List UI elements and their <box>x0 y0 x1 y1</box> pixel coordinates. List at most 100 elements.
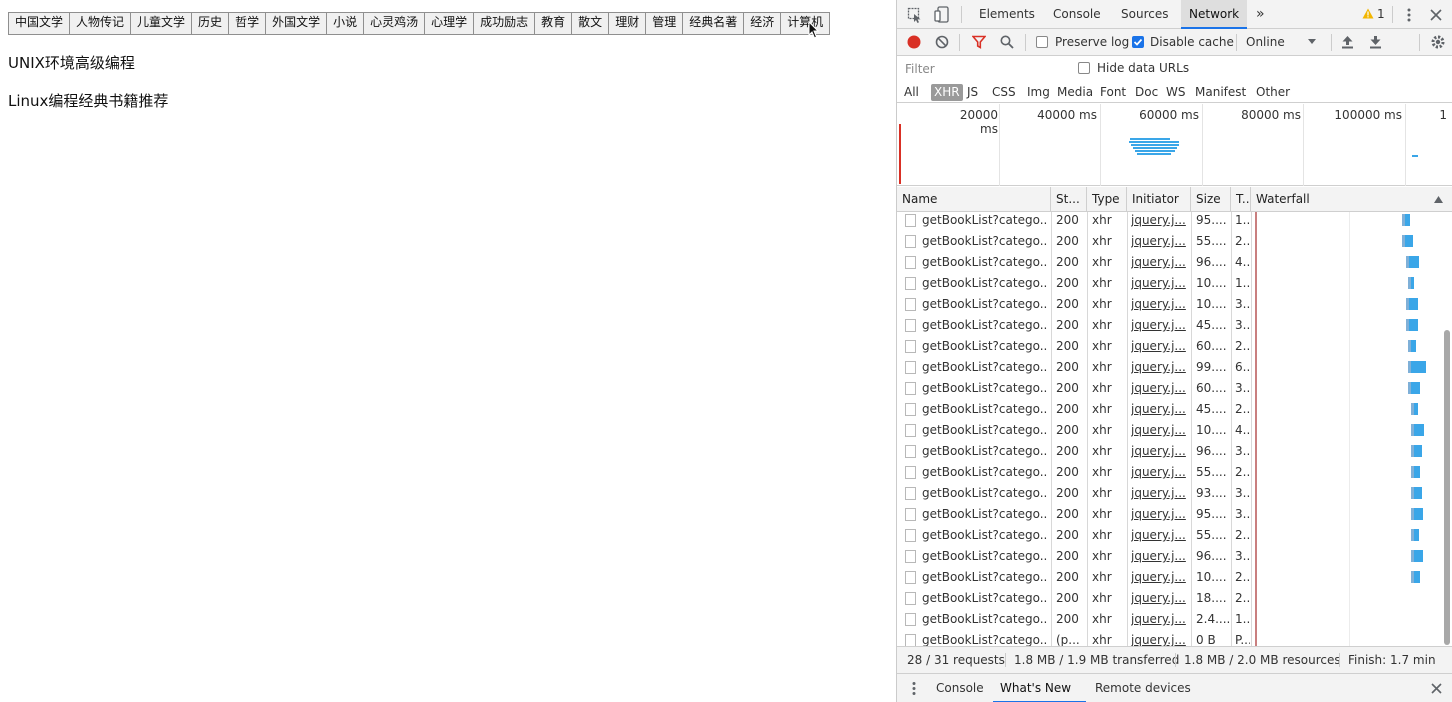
device-toolbar-icon[interactable] <box>934 6 950 23</box>
drawer-tab-remote-devices[interactable]: Remote devices <box>1095 674 1191 702</box>
table-row[interactable]: getBookList?catego... 200 xhr jquery.j... 99… <box>897 357 1442 378</box>
warning-icon[interactable] <box>1362 8 1374 19</box>
category-button[interactable]: 管理 <box>646 13 684 34</box>
column-status[interactable]: St... <box>1051 187 1087 212</box>
request-initiator[interactable]: jquery.j... <box>1131 273 1187 294</box>
column-waterfall[interactable]: Waterfall <box>1251 187 1452 212</box>
table-row[interactable]: getBookList?catego... 200 xhr jquery.j... 96… <box>897 546 1442 567</box>
request-initiator[interactable]: jquery.j... <box>1131 504 1187 525</box>
table-row[interactable]: getBookList?catego... 200 xhr jquery.j... 55… <box>897 231 1442 252</box>
request-initiator[interactable]: jquery.j... <box>1131 483 1187 504</box>
table-row[interactable]: getBookList?catego... 200 xhr jquery.j... 95… <box>897 504 1442 525</box>
category-button[interactable]: 教育 <box>535 13 573 34</box>
category-button[interactable]: 外国文学 <box>266 13 328 34</box>
inspect-element-icon[interactable] <box>907 7 923 23</box>
search-icon[interactable] <box>1000 35 1014 49</box>
sort-ascending-icon[interactable] <box>1434 196 1443 203</box>
book-title[interactable]: UNIX环境高级编程 <box>8 52 135 73</box>
network-overview[interactable]: 20000 ms 40000 ms 60000 ms 80000 ms 1000… <box>897 104 1452 186</box>
filter-type-manifest[interactable]: Manifest <box>1195 84 1246 101</box>
filter-type-media[interactable]: Media <box>1057 84 1093 101</box>
tab-network[interactable]: Network <box>1181 0 1248 29</box>
chevron-down-icon[interactable] <box>1308 39 1316 45</box>
table-row[interactable]: getBookList?catego... 200 xhr jquery.j... 60… <box>897 336 1442 357</box>
settings-gear-icon[interactable] <box>1430 34 1446 50</box>
drawer-tab-whats-new[interactable]: What's New <box>993 674 1086 702</box>
filter-icon[interactable] <box>972 35 986 49</box>
request-initiator[interactable]: jquery.j... <box>1131 315 1187 336</box>
table-row[interactable]: getBookList?catego... 200 xhr jquery.j... 55… <box>897 462 1442 483</box>
category-button[interactable]: 成功励志 <box>474 13 536 34</box>
column-name[interactable]: Name <box>897 187 1051 212</box>
request-initiator[interactable]: jquery.j... <box>1131 357 1187 378</box>
table-row[interactable]: getBookList?catego... 200 xhr jquery.j... 96… <box>897 252 1442 273</box>
table-row[interactable]: getBookList?catego... 200 xhr jquery.j... 10… <box>897 420 1442 441</box>
category-button[interactable]: 人物传记 <box>70 13 132 34</box>
more-tabs-button[interactable]: » <box>1256 0 1265 29</box>
record-icon[interactable] <box>907 35 921 49</box>
filter-type-all[interactable]: All <box>904 84 919 101</box>
request-initiator[interactable]: jquery.j... <box>1131 336 1187 357</box>
filter-input[interactable]: Filter <box>905 62 935 76</box>
category-button[interactable]: 小说 <box>327 13 365 34</box>
request-initiator[interactable]: jquery.j... <box>1131 462 1187 483</box>
filter-type-js[interactable]: JS <box>967 84 978 101</box>
request-initiator[interactable]: jquery.j... <box>1131 609 1187 630</box>
table-row[interactable]: getBookList?catego... 200 xhr jquery.j... 45… <box>897 399 1442 420</box>
category-button[interactable]: 中国文学 <box>9 13 71 34</box>
table-row[interactable]: getBookList?catego... 200 xhr jquery.j... 96… <box>897 441 1442 462</box>
request-initiator[interactable]: jquery.j... <box>1131 399 1187 420</box>
category-button[interactable]: 计算机 <box>781 13 830 34</box>
column-type[interactable]: Type <box>1087 187 1127 212</box>
table-row[interactable]: getBookList?catego... 200 xhr jquery.j... 18… <box>897 588 1442 609</box>
filter-type-img[interactable]: Img <box>1027 84 1050 101</box>
column-time[interactable]: T... <box>1231 187 1251 212</box>
category-button[interactable]: 历史 <box>192 13 230 34</box>
column-initiator[interactable]: Initiator <box>1127 187 1191 212</box>
table-row[interactable]: getBookList?catego... (p... xhr jquery.j...… <box>897 630 1442 646</box>
drawer-tab-console[interactable]: Console <box>936 674 984 702</box>
category-button[interactable]: 儿童文学 <box>131 13 193 34</box>
hide-data-urls-label[interactable]: Hide data URLs <box>1097 61 1189 75</box>
request-initiator[interactable]: jquery.j... <box>1131 567 1187 588</box>
import-har-icon[interactable] <box>1341 35 1354 49</box>
filter-type-doc[interactable]: Doc <box>1135 84 1158 101</box>
table-row[interactable]: getBookList?catego... 200 xhr jquery.j... 55… <box>897 525 1442 546</box>
table-row[interactable]: getBookList?catego... 200 xhr jquery.j... 60… <box>897 378 1442 399</box>
export-har-icon[interactable] <box>1369 35 1382 49</box>
request-initiator[interactable]: jquery.j... <box>1131 546 1187 567</box>
drawer-menu-icon[interactable] <box>911 681 917 696</box>
category-button[interactable]: 理财 <box>609 13 647 34</box>
table-row[interactable]: getBookList?catego... 200 xhr jquery.j... 10… <box>897 294 1442 315</box>
disable-cache-checkbox[interactable] <box>1132 36 1144 48</box>
request-initiator[interactable]: jquery.j... <box>1131 294 1187 315</box>
table-row[interactable]: getBookList?catego... 200 xhr jquery.j... 10… <box>897 273 1442 294</box>
request-initiator[interactable]: jquery.j... <box>1131 420 1187 441</box>
hide-data-urls-checkbox[interactable] <box>1078 62 1090 74</box>
tab-console[interactable]: Console <box>1053 0 1101 29</box>
table-row[interactable]: getBookList?catego... 200 xhr jquery.j... 45… <box>897 315 1442 336</box>
category-button[interactable]: 心理学 <box>425 13 475 34</box>
clear-icon[interactable] <box>935 35 949 49</box>
category-button[interactable]: 经济 <box>744 13 782 34</box>
disable-cache-label[interactable]: Disable cache <box>1150 35 1234 49</box>
warnings-count[interactable]: 1 <box>1377 0 1385 29</box>
request-initiator[interactable]: jquery.j... <box>1131 212 1187 231</box>
request-initiator[interactable]: jquery.j... <box>1131 630 1187 646</box>
tab-sources[interactable]: Sources <box>1121 0 1168 29</box>
table-row[interactable]: getBookList?catego... 200 xhr jquery.j... 2.… <box>897 609 1442 630</box>
book-title[interactable]: Linux编程经典书籍推荐 <box>8 90 168 111</box>
category-button[interactable]: 心灵鸡汤 <box>364 13 426 34</box>
close-icon[interactable] <box>1430 9 1442 21</box>
filter-type-css[interactable]: CSS <box>992 84 1016 101</box>
throttling-select[interactable]: Online <box>1246 35 1285 49</box>
filter-type-font[interactable]: Font <box>1100 84 1126 101</box>
request-initiator[interactable]: jquery.j... <box>1131 252 1187 273</box>
tab-elements[interactable]: Elements <box>979 0 1035 29</box>
category-button[interactable]: 哲学 <box>229 13 267 34</box>
table-row[interactable]: getBookList?catego... 200 xhr jquery.j... 10… <box>897 567 1442 588</box>
preserve-log-label[interactable]: Preserve log <box>1055 35 1129 49</box>
category-button[interactable]: 经典名著 <box>683 13 745 34</box>
category-button[interactable]: 散文 <box>572 13 610 34</box>
request-initiator[interactable]: jquery.j... <box>1131 588 1187 609</box>
